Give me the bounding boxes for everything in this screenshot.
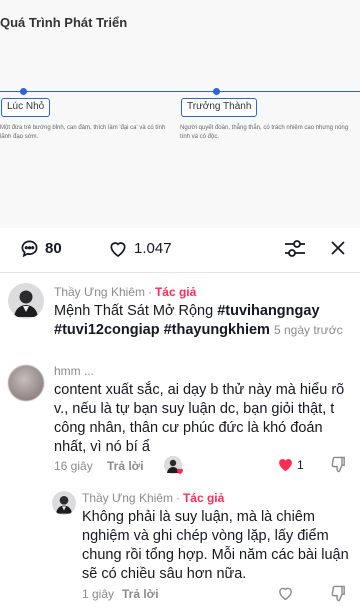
comment-like-button[interactable] [277, 585, 294, 606]
author-name: Thầy Ưng Khiêm [82, 491, 173, 505]
avatar[interactable] [52, 491, 76, 515]
hashtag-link[interactable]: #tuvi12congiap [54, 322, 160, 338]
creator-liked-badge [164, 456, 183, 475]
caption-title: Mệnh Thất Sát Mở Rộng [54, 303, 218, 319]
reply-button[interactable]: Trả lời [122, 587, 159, 601]
dislike-button[interactable] [330, 456, 347, 478]
heart-outline-icon [279, 587, 292, 601]
comment-timestamp: 16 giây [54, 459, 93, 473]
avatar[interactable] [8, 283, 44, 319]
stage-label: Lúc Nhỏ [1, 98, 51, 117]
caption-timestamp: 5 ngày trước [273, 323, 343, 337]
author-badge: Tác giả [154, 285, 197, 299]
heart-icon [177, 468, 183, 475]
comment-bubble-icon [21, 240, 38, 258]
comment-author[interactable]: Thầy Ưng Khiêm · Tác giả [82, 491, 224, 505]
comment-text: Không phải là suy luận, mà là chiêm nghi… [82, 509, 349, 582]
timeline-dot [20, 88, 27, 95]
header-divider [0, 272, 360, 273]
filter-icon[interactable] [284, 239, 306, 264]
comment-timestamp: 1 giây [82, 587, 115, 601]
comment-like-button[interactable] [277, 456, 294, 477]
dislike-icon [331, 585, 345, 602]
caption-text: Mệnh Thất Sát Mở Rộng #tuvihangngay #tuv… [54, 302, 354, 340]
reply-button[interactable]: Trả lời [107, 459, 144, 473]
author-badge: Tác giả [182, 491, 225, 505]
author-name: Thầy Ưng Khiêm [54, 285, 145, 299]
video-title: Quá Trình Phát Triển [0, 15, 128, 30]
comment-text: content xuất sắc, ai dạy b thử này mà hi… [54, 382, 345, 455]
heart-filled-icon [279, 459, 292, 472]
timeline-dot [213, 88, 220, 95]
video-like-count: 1.047 [134, 240, 172, 257]
hashtag-link[interactable]: #thayungkhiem [164, 322, 270, 338]
heart-outline-icon [110, 242, 126, 257]
dislike-icon [331, 456, 345, 473]
comment-count-button[interactable]: 80 [20, 239, 62, 258]
hashtag-link[interactable]: #tuvihangngay [217, 303, 319, 319]
caption-author[interactable]: Thầy Ưng Khiêm · Tác giả [54, 285, 196, 299]
comment-count: 80 [45, 240, 62, 257]
avatar[interactable] [8, 365, 44, 401]
stage-description: Một đứa trẻ bướng bỉnh, can đảm, thích l… [0, 125, 166, 140]
close-icon[interactable] [330, 240, 346, 261]
stage-label: Trưởng Thành [181, 98, 258, 117]
stage-description: Người quyết đoán, thẳng thắn, có trách n… [180, 125, 349, 140]
comment-like-count: 1 [297, 458, 304, 472]
dislike-button[interactable] [330, 585, 347, 607]
timeline-line [0, 91, 360, 92]
comment-author[interactable]: hmm ... [54, 364, 94, 378]
sheet-header: 80 1.047 [0, 228, 360, 272]
video-like-button[interactable]: 1.047 [108, 239, 172, 258]
video-preview[interactable]: Quá Trình Phát Triển Lúc Nhỏ Một đứa trẻ… [0, 0, 360, 228]
